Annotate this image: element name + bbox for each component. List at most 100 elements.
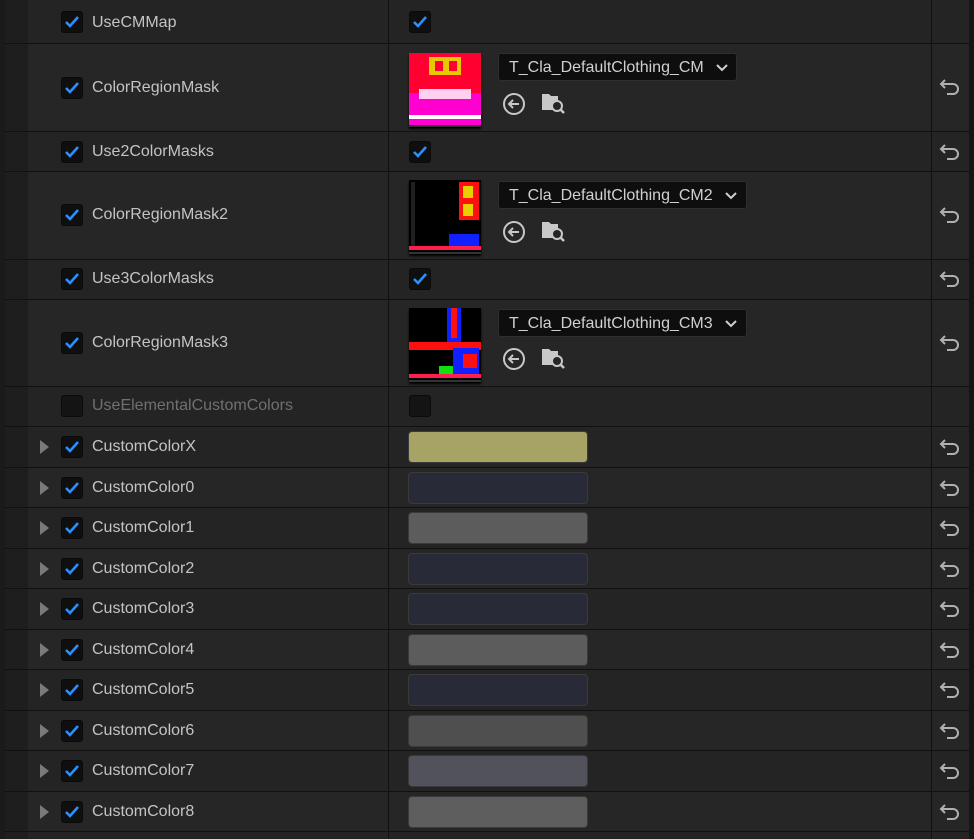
reset-arrow-icon: [939, 561, 959, 577]
column-separator: [388, 670, 389, 710]
column-separator: [388, 0, 389, 43]
override-checkbox-customcolor2[interactable]: [61, 558, 83, 580]
reset-to-default-button[interactable]: [939, 438, 961, 456]
override-checkbox-customcolorx[interactable]: [61, 436, 83, 458]
property-label: CustomColor2: [92, 560, 195, 577]
override-checkbox-usecmmap[interactable]: [61, 11, 83, 33]
reset-to-default-button[interactable]: [939, 641, 961, 659]
reset-to-default-button[interactable]: [939, 519, 961, 537]
override-checkbox-use2colormasks[interactable]: [61, 141, 83, 163]
property-label: ColorRegionMask3: [92, 334, 229, 351]
color-swatch-customcolor8[interactable]: [408, 796, 588, 828]
property-row-customcolor7: CustomColor7: [5, 751, 969, 792]
reset-arrow-icon: [939, 520, 959, 536]
browse-to-asset-button[interactable]: [540, 345, 566, 371]
texture-thumbnail-cm[interactable]: [409, 53, 481, 127]
use-selected-asset-button[interactable]: [501, 219, 527, 245]
reset-to-default-button[interactable]: [939, 803, 961, 821]
color-swatch-customcolor1[interactable]: [408, 512, 588, 544]
chevron-down-icon: [716, 54, 728, 81]
texture-preview-image: [409, 53, 481, 125]
reset-to-default-button[interactable]: [939, 722, 961, 740]
override-checkbox-customcolor0[interactable]: [61, 477, 83, 499]
value-checkbox-use2colormasks[interactable]: [409, 141, 431, 163]
triangle-right-icon[interactable]: [40, 805, 49, 819]
triangle-right-icon[interactable]: [40, 683, 49, 697]
checkmark-icon: [65, 806, 79, 818]
reset-to-default-button[interactable]: [939, 270, 961, 288]
reset-to-default-button[interactable]: [939, 206, 961, 224]
property-label: CustomColor1: [92, 519, 195, 536]
column-separator: [388, 589, 389, 629]
browse-to-asset-button[interactable]: [540, 218, 566, 244]
asset-dropdown-cm3[interactable]: T_Cla_DefaultClothing_CM3: [498, 309, 747, 337]
color-swatch-customcolor0[interactable]: [408, 472, 588, 504]
reset-arrow-icon: [939, 439, 959, 455]
override-checkbox-colorregionmask[interactable]: [61, 77, 83, 99]
property-row-colorregionmask3: ColorRegionMask3 T_Cla_DefaultClothing_C…: [5, 300, 969, 387]
override-checkbox-colorregionmask2[interactable]: [61, 204, 83, 226]
chevron-down-icon: [725, 310, 737, 337]
texture-preview-image: [409, 180, 481, 252]
browse-to-asset-button[interactable]: [540, 90, 566, 116]
color-swatch-customcolor2[interactable]: [408, 553, 588, 585]
triangle-right-icon[interactable]: [40, 643, 49, 657]
triangle-right-icon[interactable]: [40, 521, 49, 535]
reset-to-default-button[interactable]: [939, 479, 961, 497]
color-swatch-customcolor4[interactable]: [408, 634, 588, 666]
row-indent: [5, 670, 28, 710]
folder-search-icon: [542, 94, 565, 114]
use-selected-asset-button[interactable]: [501, 91, 527, 117]
asset-dropdown-cm[interactable]: T_Cla_DefaultClothing_CM: [498, 53, 737, 81]
property-label: CustomColor7: [92, 762, 195, 779]
row-indent: [5, 0, 28, 43]
color-swatch-customcolorx[interactable]: [408, 431, 588, 463]
triangle-right-icon[interactable]: [40, 764, 49, 778]
override-checkbox-customcolor6[interactable]: [61, 720, 83, 742]
triangle-right-icon[interactable]: [40, 481, 49, 495]
reset-to-default-button[interactable]: [939, 560, 961, 578]
column-separator: [931, 387, 932, 426]
reset-to-default-button[interactable]: [939, 762, 961, 780]
override-checkbox-use3colormasks[interactable]: [61, 268, 83, 290]
value-checkbox-usecmmap[interactable]: [409, 11, 431, 33]
reset-to-default-button[interactable]: [939, 78, 961, 96]
value-checkbox-useelementalcustomcolors[interactable]: [409, 395, 431, 417]
texture-thumbnail-cm3[interactable]: [409, 308, 481, 382]
override-checkbox-colorregionmask3[interactable]: [61, 332, 83, 354]
reset-arrow-icon: [939, 804, 959, 820]
triangle-right-icon[interactable]: [40, 602, 49, 616]
reset-to-default-button[interactable]: [939, 681, 961, 699]
override-checkbox-customcolor5[interactable]: [61, 679, 83, 701]
row-indent: [5, 387, 28, 426]
override-checkbox-customcolor3[interactable]: [61, 598, 83, 620]
color-swatch-customcolor3[interactable]: [408, 593, 588, 625]
property-row-colorregionmask2: ColorRegionMask2 T_Cla_DefaultClothing_C…: [5, 172, 969, 260]
color-swatch-customcolor7[interactable]: [408, 755, 588, 787]
reset-to-default-button[interactable]: [939, 143, 961, 161]
reset-to-default-button[interactable]: [939, 600, 961, 618]
texture-thumbnail-cm2[interactable]: [409, 180, 481, 254]
use-selected-asset-button[interactable]: [501, 346, 527, 372]
triangle-right-icon[interactable]: [40, 724, 49, 738]
override-checkbox-customcolor8[interactable]: [61, 801, 83, 823]
triangle-right-icon[interactable]: [40, 440, 49, 454]
column-separator: [931, 792, 932, 831]
column-separator: [931, 589, 932, 629]
checkmark-icon: [65, 522, 79, 534]
override-checkbox-customcolor4[interactable]: [61, 639, 83, 661]
triangle-right-icon[interactable]: [40, 562, 49, 576]
override-checkbox-customcolor7[interactable]: [61, 760, 83, 782]
asset-dropdown-cm2[interactable]: T_Cla_DefaultClothing_CM2: [498, 181, 747, 209]
color-swatch-customcolor5[interactable]: [408, 674, 588, 706]
value-checkbox-use3colormasks[interactable]: [409, 268, 431, 290]
override-checkbox-useelementalcustomcolors[interactable]: [61, 395, 83, 417]
override-checkbox-customcolor1[interactable]: [61, 517, 83, 539]
property-row-customcolor8: CustomColor8: [5, 792, 969, 832]
row-indent: [5, 549, 28, 588]
color-swatch-customcolor6[interactable]: [408, 715, 588, 747]
checkmark-icon: [413, 16, 427, 28]
column-separator: [388, 387, 389, 426]
reset-to-default-button[interactable]: [939, 334, 961, 352]
property-row-partial: [5, 832, 969, 839]
